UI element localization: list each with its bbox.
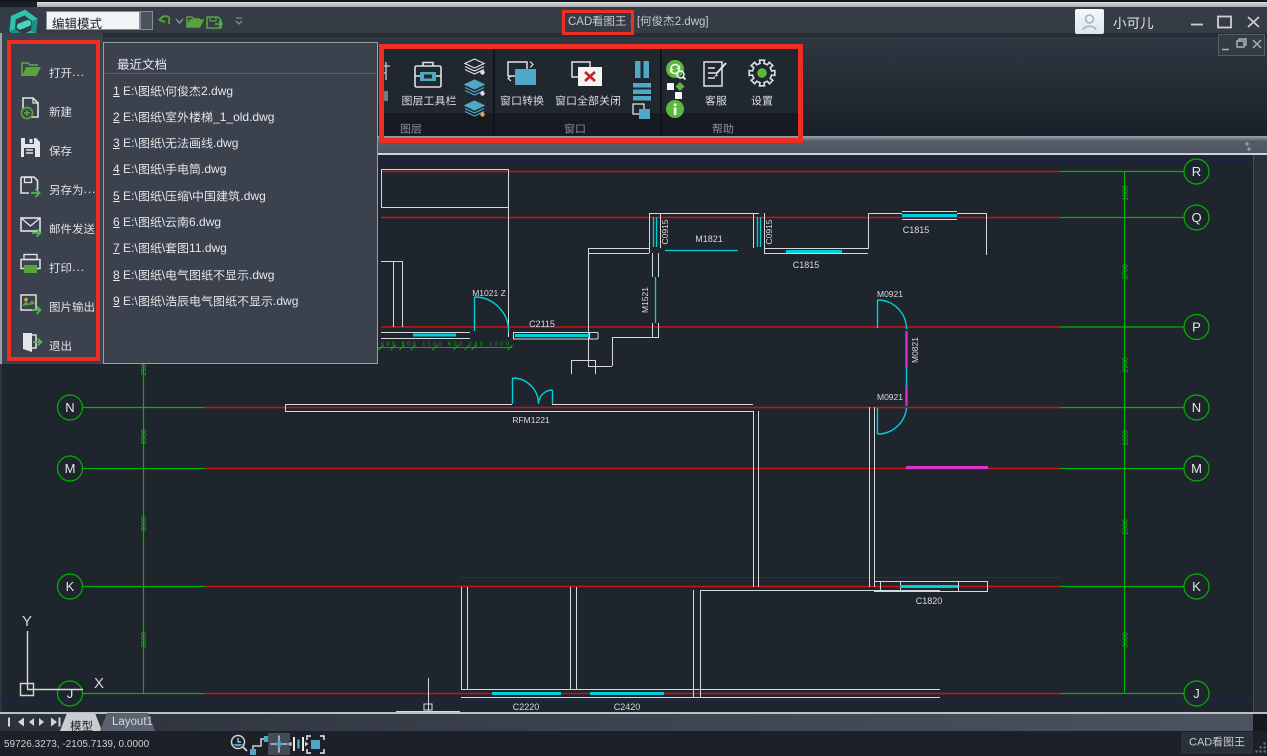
svg-text:M: M: [1191, 461, 1202, 476]
svg-text:N: N: [1192, 400, 1201, 415]
svg-text:J: J: [67, 686, 74, 701]
svg-text:3700: 3700: [1123, 264, 1130, 280]
svg-text:M0921: M0921: [877, 392, 903, 402]
svg-text:C1815: C1815: [793, 260, 820, 270]
svg-text:M1521: M1521: [640, 287, 650, 313]
svg-text:600 800 1100 600 230 1000: 600 800 1100 600 230 1000: [381, 342, 509, 348]
svg-text:1080: 1080: [141, 429, 148, 445]
svg-text:R: R: [1192, 164, 1201, 179]
svg-text:K: K: [1192, 579, 1201, 594]
svg-text:2900: 2900: [1123, 357, 1130, 373]
svg-text:M: M: [65, 461, 76, 476]
svg-text:C2220: C2220: [513, 702, 540, 712]
svg-text:3600: 3600: [141, 632, 148, 648]
svg-text:C2420: C2420: [614, 702, 641, 712]
svg-text:C0915: C0915: [764, 219, 774, 244]
svg-text:C1820: C1820: [916, 596, 943, 606]
svg-text:1600: 1600: [1123, 185, 1130, 201]
svg-text:M0821: M0821: [910, 337, 920, 363]
svg-text:Y: Y: [22, 613, 32, 630]
svg-text:C2115: C2115: [529, 319, 555, 329]
svg-text:2800: 2800: [1123, 519, 1130, 535]
svg-text:M1021 Z: M1021 Z: [472, 288, 506, 298]
svg-text:X: X: [94, 675, 104, 692]
svg-text:C1815: C1815: [903, 225, 930, 235]
svg-text:Q: Q: [1191, 210, 1201, 225]
svg-text:M0921: M0921: [877, 289, 903, 299]
svg-text:3600: 3600: [1123, 632, 1130, 648]
svg-text:P: P: [1192, 320, 1201, 335]
svg-text:C0915: C0915: [660, 219, 670, 244]
svg-text:RFM1221: RFM1221: [512, 415, 550, 425]
svg-text:1020: 1020: [1123, 430, 1130, 446]
svg-text:M1821: M1821: [695, 234, 723, 244]
svg-text:3000: 3000: [141, 516, 148, 532]
svg-text:J: J: [1193, 686, 1200, 701]
svg-text:K: K: [66, 579, 75, 594]
svg-text:N: N: [65, 400, 74, 415]
